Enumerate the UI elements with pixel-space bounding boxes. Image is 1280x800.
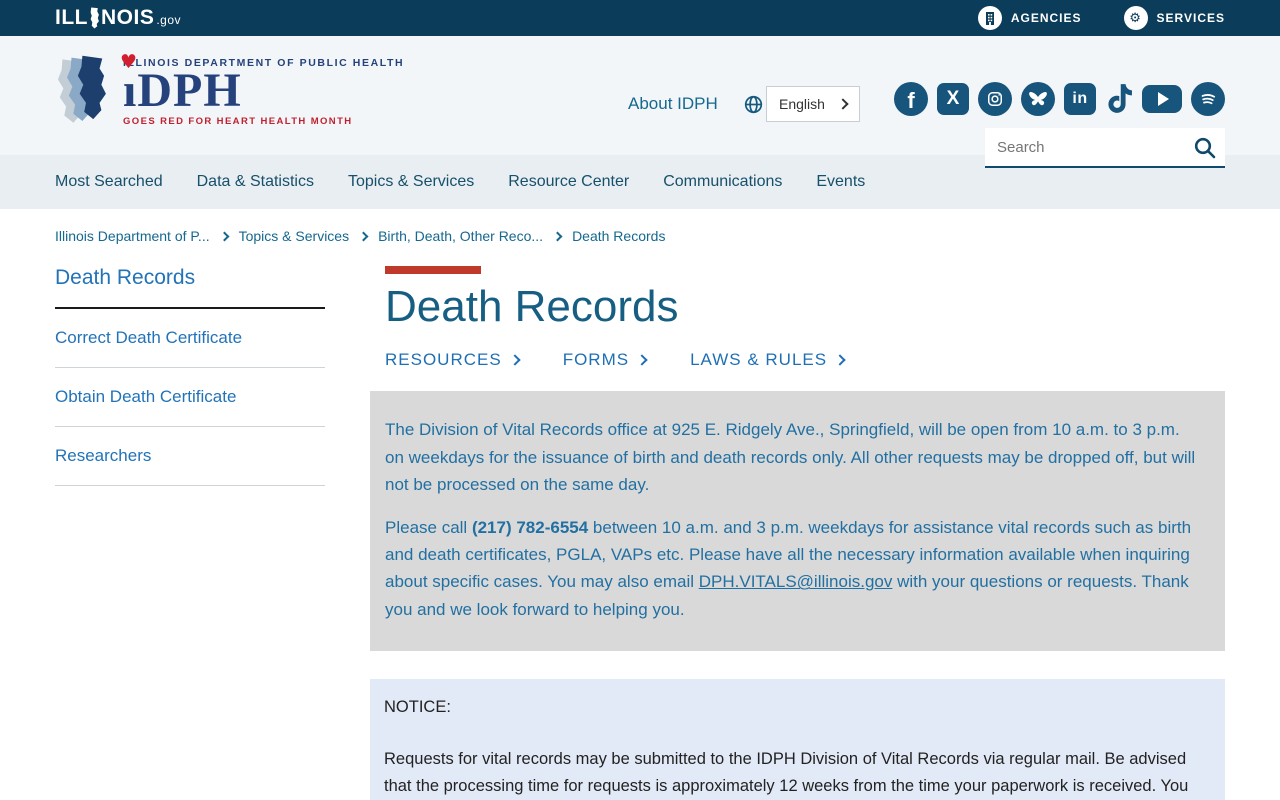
- page-title: Death Records: [385, 282, 679, 331]
- chevron-right-icon: [636, 354, 648, 367]
- nav-item-events[interactable]: Events: [816, 173, 865, 191]
- instagram-icon: [988, 92, 1002, 106]
- language-selector[interactable]: English: [766, 86, 860, 122]
- x-twitter-link[interactable]: X: [937, 83, 969, 115]
- nav-item-data-statistics[interactable]: Data & Statistics: [197, 173, 314, 191]
- heart-icon: ♥: [120, 51, 138, 74]
- gears-icon: ⚙: [1123, 6, 1148, 30]
- spotify-icon: [1201, 94, 1216, 105]
- bluesky-icon: [1029, 91, 1047, 106]
- info-paragraph-1: The Division of Vital Records office at …: [385, 420, 1196, 494]
- page: ILL NOIS .gov AGENCIES ⚙ SERVICES ILLINO…: [0, 0, 1280, 800]
- breadcrumb-birth-death-records[interactable]: Birth, Death, Other Reco...: [378, 228, 543, 244]
- sidebar-item-obtain-death-certificate[interactable]: Obtain Death Certificate: [55, 368, 325, 427]
- illinois-gov-logo[interactable]: ILL NOIS .gov: [55, 6, 181, 30]
- sidebar-item-researchers[interactable]: Researchers: [55, 427, 325, 486]
- building-icon: [977, 6, 1002, 30]
- chevron-right-icon: [552, 231, 563, 242]
- logo-text-nois: NOIS: [101, 6, 155, 29]
- nav-item-communications[interactable]: Communications: [663, 173, 782, 191]
- forms-link[interactable]: FORMS: [563, 350, 648, 370]
- breadcrumb-home[interactable]: Illinois Department of P...: [55, 228, 210, 244]
- laws-rules-link[interactable]: LAWS & RULES: [690, 350, 846, 370]
- x-icon: X: [946, 88, 960, 109]
- sidebar-item-correct-death-certificate[interactable]: Correct Death Certificate: [55, 309, 325, 368]
- tiktok-link[interactable]: [1105, 83, 1133, 115]
- facebook-icon: f: [907, 88, 915, 113]
- language-label: English: [779, 96, 825, 112]
- resources-link[interactable]: RESOURCES: [385, 350, 521, 370]
- illinois-state-icon: [90, 7, 99, 29]
- breadcrumb: Illinois Department of P... Topics & Ser…: [0, 209, 1280, 244]
- breadcrumb-topics-services[interactable]: Topics & Services: [239, 228, 349, 244]
- logo-text-ill: ILL: [55, 6, 88, 29]
- site-header: Illinois Department of Public Health ♥ ıD…: [0, 36, 1280, 168]
- chevron-right-icon: [509, 354, 521, 367]
- linkedin-icon: in: [1072, 90, 1088, 107]
- main-column: Death Records RESOURCES FORMS LAWS & RUL…: [370, 266, 1225, 800]
- idph-logo-text: Illinois Department of Public Health ♥ ıD…: [120, 51, 404, 127]
- youtube-icon: [1158, 92, 1169, 106]
- logo-text-gov: .gov: [156, 13, 182, 27]
- chevron-right-icon: [219, 231, 230, 242]
- breadcrumb-current-page: Death Records: [572, 228, 666, 244]
- spotify-link[interactable]: [1191, 82, 1225, 116]
- linkedin-link[interactable]: in: [1064, 83, 1096, 115]
- vital-records-info-box: The Division of Vital Records office at …: [370, 391, 1225, 651]
- section-links: RESOURCES FORMS LAWS & RULES: [385, 350, 1225, 370]
- search-input[interactable]: [985, 128, 1225, 168]
- services-label: SERVICES: [1156, 11, 1225, 25]
- chevron-right-icon: [358, 231, 369, 242]
- notice-body: Requests for vital records may be submit…: [384, 749, 1189, 796]
- search-icon: [1194, 137, 1216, 159]
- sidebar-item-death-records[interactable]: Death Records: [55, 266, 325, 309]
- instagram-link[interactable]: [978, 82, 1012, 116]
- about-idph-link[interactable]: About IDPH: [628, 94, 718, 114]
- sidebar: Death Records Correct Death Certificate …: [55, 266, 325, 800]
- info-p2-before: Please call: [385, 517, 472, 537]
- title-accent-bar: [385, 266, 481, 274]
- content-area: Death Records Correct Death Certificate …: [0, 244, 1280, 800]
- search-button[interactable]: [1193, 136, 1217, 165]
- government-topbar: ILL NOIS .gov AGENCIES ⚙ SERVICES: [0, 0, 1280, 36]
- info-paragraph-2: Please call (217) 782-6554 between 10 a.…: [385, 514, 1203, 623]
- services-button[interactable]: ⚙ SERVICES: [1123, 6, 1225, 30]
- bluesky-link[interactable]: [1021, 82, 1055, 116]
- agencies-button[interactable]: AGENCIES: [977, 6, 1082, 30]
- nav-item-most-searched[interactable]: Most Searched: [55, 173, 163, 191]
- idph-logo-tagline: Goes Red for Heart Health Month: [123, 115, 353, 127]
- chevron-right-icon: [837, 98, 849, 110]
- social-links: f X in: [894, 82, 1225, 116]
- email-link[interactable]: DPH.VITALS@illinois.gov: [699, 572, 893, 591]
- tiktok-icon: [1108, 84, 1132, 113]
- phone-number: (217) 782-6554: [471, 517, 589, 537]
- youtube-link[interactable]: [1142, 85, 1182, 113]
- nav-item-resource-center[interactable]: Resource Center: [508, 173, 629, 191]
- agencies-label: AGENCIES: [1010, 11, 1082, 25]
- globe-icon: [744, 95, 763, 119]
- idph-logo-acronym: ♥ ıDPH: [120, 51, 242, 118]
- topbar-actions: AGENCIES ⚙ SERVICES: [977, 6, 1225, 30]
- chevron-right-icon: [834, 354, 846, 367]
- idph-state-mark-icon: [57, 55, 106, 123]
- search-box: [985, 128, 1225, 168]
- nav-item-topics-services[interactable]: Topics & Services: [348, 173, 474, 191]
- idph-logo[interactable]: Illinois Department of Public Health ♥ ıD…: [55, 51, 404, 130]
- facebook-link[interactable]: f: [894, 82, 928, 116]
- notice-box: NOTICE: Requests for vital records may b…: [370, 678, 1225, 800]
- notice-title: NOTICE:: [384, 697, 451, 716]
